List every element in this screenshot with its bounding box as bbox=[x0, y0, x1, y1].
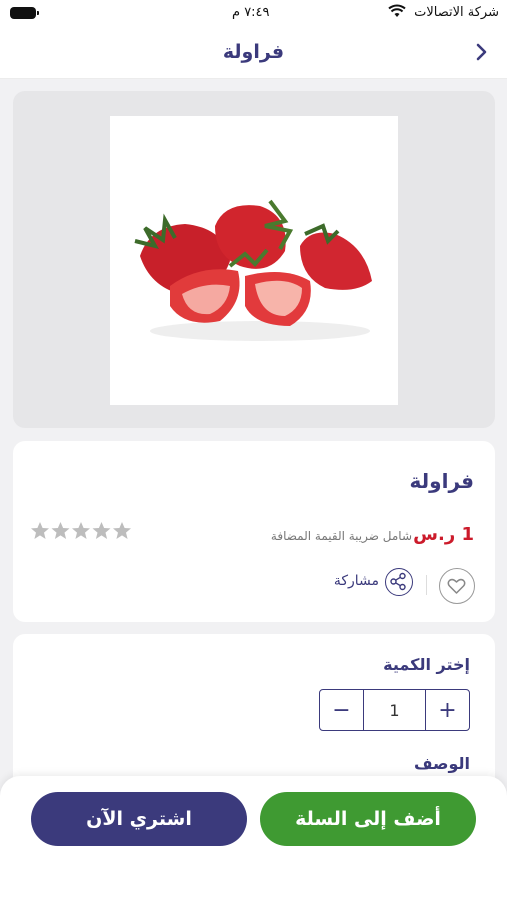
product-info-card: فراولة 1 ر.س شامل ضريبة القيمة المضافة م… bbox=[13, 441, 495, 622]
quantity-label: إختر الكمية bbox=[383, 655, 470, 674]
divider bbox=[426, 575, 427, 595]
quantity-stepper[interactable]: − 1 + bbox=[319, 689, 470, 731]
page-title: فراولة bbox=[222, 41, 285, 63]
product-image bbox=[110, 116, 398, 405]
star-icon bbox=[113, 522, 131, 539]
product-image-card bbox=[13, 91, 495, 428]
wifi-icon bbox=[388, 4, 406, 17]
carrier-name: شركة الاتصالات bbox=[414, 5, 499, 20]
share-icon bbox=[390, 572, 406, 591]
bottom-action-bar: اشتري الآن أضف إلى السلة bbox=[0, 776, 507, 900]
add-to-cart-button[interactable]: أضف إلى السلة bbox=[260, 792, 476, 846]
star-icon bbox=[51, 522, 70, 539]
description-heading: الوصف bbox=[413, 754, 470, 773]
top-navigation-bar: فراولة bbox=[0, 28, 507, 79]
heart-icon bbox=[447, 578, 466, 594]
vat-note: شامل ضريبة القيمة المضافة bbox=[270, 529, 412, 543]
increase-button[interactable]: + bbox=[426, 690, 469, 730]
star-icon bbox=[92, 522, 111, 539]
battery-icon bbox=[10, 7, 39, 19]
share-label[interactable]: مشاركة bbox=[334, 573, 379, 589]
chevron-right-icon[interactable] bbox=[469, 40, 493, 64]
buy-now-button[interactable]: اشتري الآن bbox=[31, 792, 247, 846]
favorite-button[interactable] bbox=[439, 568, 475, 604]
rating-stars bbox=[30, 521, 132, 545]
star-icon bbox=[72, 522, 90, 539]
product-price: 1 ر.س bbox=[413, 524, 474, 545]
star-icon bbox=[31, 522, 49, 539]
quantity-value[interactable]: 1 bbox=[363, 690, 426, 730]
share-button[interactable] bbox=[385, 568, 413, 596]
decrease-button[interactable]: − bbox=[320, 690, 363, 730]
product-name: فراولة bbox=[409, 469, 474, 493]
clock: ٧:٤٩ م bbox=[232, 5, 270, 20]
status-bar: شركة الاتصالات ٧:٤٩ م bbox=[0, 0, 507, 28]
